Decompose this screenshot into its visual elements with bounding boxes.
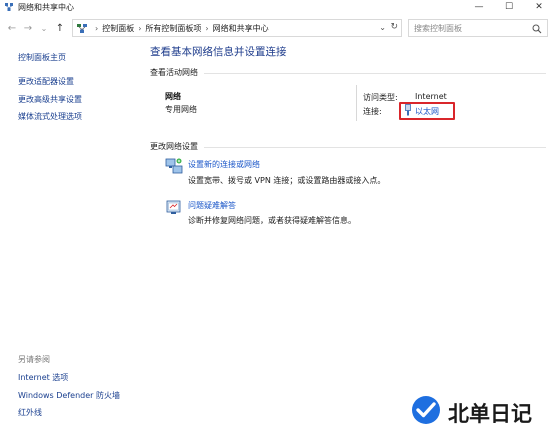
sidebar-item-adapter-settings[interactable]: 更改适配器设置 (18, 76, 74, 87)
section-divider (150, 73, 546, 74)
address-dropdown-icon[interactable]: ⌄ (379, 23, 386, 32)
sidebar: 控制面板主页 更改适配器设置 更改高级共享设置 媒体流式处理选项 另请参阅 In… (0, 40, 140, 428)
setup-connection-link[interactable]: 设置新的连接或网络 (188, 159, 260, 170)
search-box[interactable] (408, 19, 548, 37)
connection-label: 连接: (363, 107, 382, 116)
breadcrumb-network-center[interactable]: 网络和共享中心 (213, 23, 269, 34)
breadcrumb-control-panel[interactable]: 控制面板 (102, 23, 134, 34)
ethernet-connection-link[interactable]: 以太网 (415, 106, 439, 117)
maximize-button[interactable]: ☐ (494, 0, 524, 14)
active-networks-heading: 查看活动网络 (150, 67, 204, 78)
breadcrumb-all-items[interactable]: 所有控制面板项 (145, 23, 201, 34)
breadcrumb-separator: › (138, 24, 142, 33)
refresh-icon[interactable]: ↻ (390, 22, 398, 32)
breadcrumb-separator: › (205, 24, 209, 33)
network-center-icon (5, 3, 13, 11)
network-category: 专用网络 (165, 105, 197, 114)
watermark-logo-icon (412, 396, 440, 424)
search-icon[interactable] (532, 24, 542, 34)
title-bar: 网络和共享中心 — ☐ ✕ (0, 0, 554, 14)
breadcrumb: › 控制面板 › 所有控制面板项 › 网络和共享中心 (91, 23, 269, 34)
back-button[interactable]: ← (6, 21, 18, 35)
watermark-text: 北单日记 (448, 402, 532, 426)
sidebar-item-media-streaming[interactable]: 媒体流式处理选项 (18, 111, 82, 122)
sidebar-item-internet-options[interactable]: Internet 选项 (18, 372, 68, 383)
section-divider (150, 147, 546, 148)
page-title: 查看基本网络信息并设置连接 (150, 46, 287, 58)
troubleshoot-icon (166, 200, 181, 214)
access-type-value: Internet (415, 92, 447, 101)
up-button[interactable]: ↑ (54, 21, 66, 35)
setup-connection-description: 设置宽带、拨号或 VPN 连接；或设置路由器或接入点。 (188, 176, 386, 185)
sidebar-item-infrared[interactable]: 红外线 (18, 407, 42, 418)
troubleshoot-link[interactable]: 问题疑难解答 (188, 200, 236, 211)
network-setup-icon (165, 158, 183, 174)
close-button[interactable]: ✕ (524, 0, 554, 14)
change-settings-section: 更改网络设置 (150, 141, 546, 153)
sidebar-item-firewall[interactable]: Windows Defender 防火墙 (18, 390, 120, 401)
change-settings-heading: 更改网络设置 (150, 141, 204, 152)
active-networks-section: 查看活动网络 (150, 67, 546, 79)
sidebar-item-advanced-sharing[interactable]: 更改高级共享设置 (18, 94, 82, 105)
network-info-divider (356, 85, 357, 121)
ethernet-icon (405, 104, 411, 116)
minimize-button[interactable]: — (464, 0, 494, 14)
control-panel-icon (77, 24, 87, 33)
access-type-label: 访问类型: (363, 93, 398, 102)
recent-locations-button[interactable]: ⌄ (38, 21, 50, 35)
troubleshoot-description: 诊断并修复网络问题，或者获得疑难解答信息。 (188, 216, 356, 225)
address-row: ← → ⌄ ↑ › 控制面板 › 所有控制面板项 › 网络和共享中心 ⌄ ↻ (0, 18, 554, 38)
window-title: 网络和共享中心 (18, 3, 74, 12)
breadcrumb-separator: › (95, 24, 99, 33)
network-name: 网络 (165, 92, 181, 101)
sidebar-item-control-panel-home[interactable]: 控制面板主页 (18, 52, 66, 63)
see-also-heading: 另请参阅 (18, 355, 50, 364)
forward-button[interactable]: → (22, 21, 34, 35)
address-bar[interactable]: › 控制面板 › 所有控制面板项 › 网络和共享中心 ⌄ ↻ (72, 19, 402, 37)
search-input[interactable] (414, 22, 526, 34)
